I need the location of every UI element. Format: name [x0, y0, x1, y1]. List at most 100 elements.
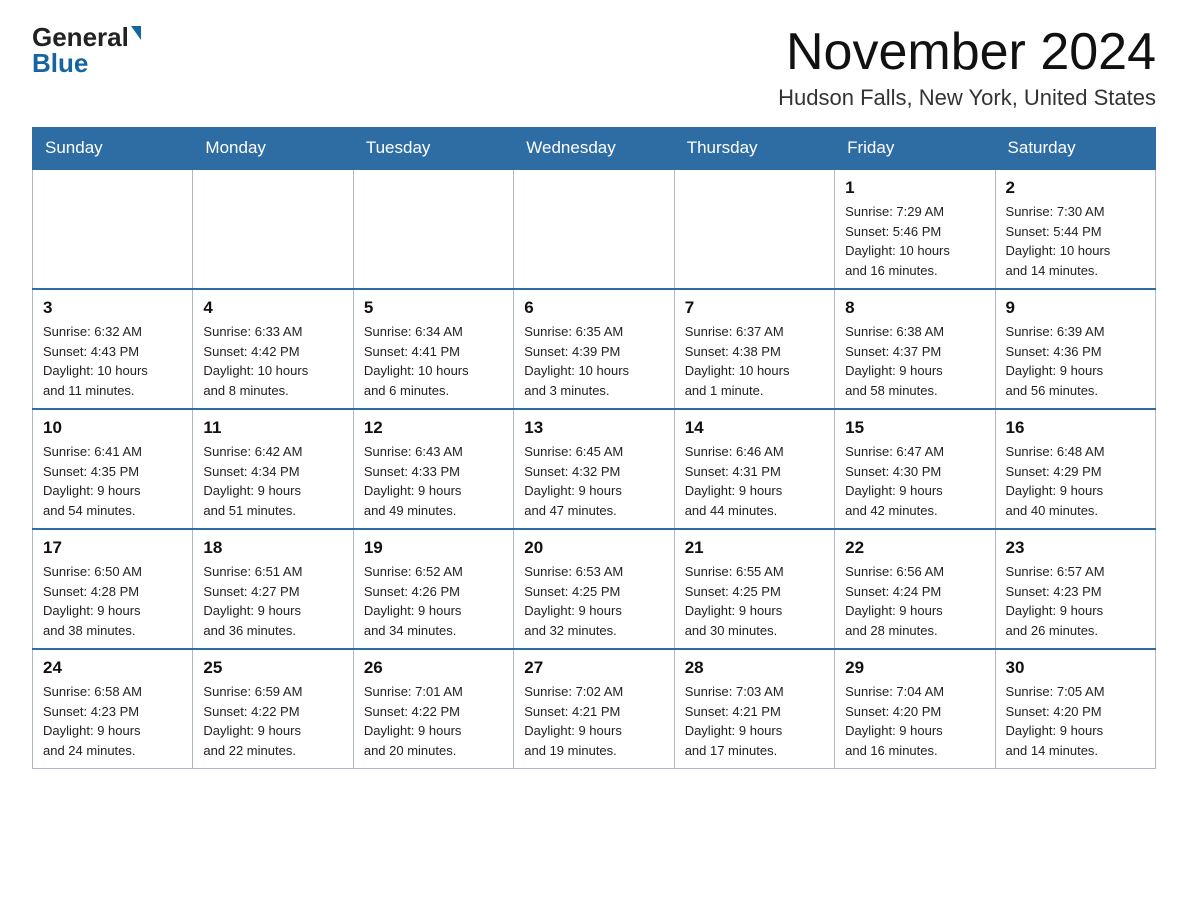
day-number: 17: [43, 538, 182, 558]
calendar-cell: 2 Sunrise: 7:30 AMSunset: 5:44 PMDaylight…: [995, 169, 1155, 289]
calendar-table: SundayMondayTuesdayWednesdayThursdayFrid…: [32, 127, 1156, 769]
calendar-cell: 11 Sunrise: 6:42 AMSunset: 4:34 PMDayligh…: [193, 409, 353, 529]
calendar-cell: 7 Sunrise: 6:37 AMSunset: 4:38 PMDaylight…: [674, 289, 834, 409]
weekday-header: Tuesday: [353, 128, 513, 170]
day-info: Sunrise: 7:02 AMSunset: 4:21 PMDaylight:…: [524, 682, 663, 760]
title-section: November 2024 Hudson Falls, New York, Un…: [778, 24, 1156, 111]
day-number: 20: [524, 538, 663, 558]
page-header: General Blue November 2024 Hudson Falls,…: [32, 24, 1156, 111]
day-info: Sunrise: 6:51 AMSunset: 4:27 PMDaylight:…: [203, 562, 342, 640]
day-info: Sunrise: 6:56 AMSunset: 4:24 PMDaylight:…: [845, 562, 984, 640]
calendar-cell: 26 Sunrise: 7:01 AMSunset: 4:22 PMDayligh…: [353, 649, 513, 769]
calendar-week-row: 24 Sunrise: 6:58 AMSunset: 4:23 PMDayligh…: [33, 649, 1156, 769]
day-info: Sunrise: 7:01 AMSunset: 4:22 PMDaylight:…: [364, 682, 503, 760]
day-number: 1: [845, 178, 984, 198]
month-title: November 2024: [778, 24, 1156, 81]
day-info: Sunrise: 6:37 AMSunset: 4:38 PMDaylight:…: [685, 322, 824, 400]
calendar-cell: 1 Sunrise: 7:29 AMSunset: 5:46 PMDaylight…: [835, 169, 995, 289]
day-number: 24: [43, 658, 182, 678]
day-info: Sunrise: 6:33 AMSunset: 4:42 PMDaylight:…: [203, 322, 342, 400]
weekday-header-row: SundayMondayTuesdayWednesdayThursdayFrid…: [33, 128, 1156, 170]
calendar-cell: 16 Sunrise: 6:48 AMSunset: 4:29 PMDayligh…: [995, 409, 1155, 529]
calendar-week-row: 10Sunrise: 6:41 AMSunset: 4:35 PMDayligh…: [33, 409, 1156, 529]
calendar-cell: [33, 169, 193, 289]
day-number: 8: [845, 298, 984, 318]
day-number: 13: [524, 418, 663, 438]
calendar-cell: 8 Sunrise: 6:38 AMSunset: 4:37 PMDaylight…: [835, 289, 995, 409]
day-info: Sunrise: 6:32 AMSunset: 4:43 PMDaylight:…: [43, 322, 182, 400]
calendar-cell: 5 Sunrise: 6:34 AMSunset: 4:41 PMDaylight…: [353, 289, 513, 409]
day-info: Sunrise: 7:29 AMSunset: 5:46 PMDaylight:…: [845, 202, 984, 280]
day-number: 10: [43, 418, 182, 438]
day-number: 15: [845, 418, 984, 438]
day-number: 11: [203, 418, 342, 438]
day-info: Sunrise: 6:53 AMSunset: 4:25 PMDaylight:…: [524, 562, 663, 640]
day-info: Sunrise: 6:57 AMSunset: 4:23 PMDaylight:…: [1006, 562, 1145, 640]
calendar-week-row: 3 Sunrise: 6:32 AMSunset: 4:43 PMDaylight…: [33, 289, 1156, 409]
day-number: 28: [685, 658, 824, 678]
day-info: Sunrise: 7:05 AMSunset: 4:20 PMDaylight:…: [1006, 682, 1145, 760]
day-info: Sunrise: 6:48 AMSunset: 4:29 PMDaylight:…: [1006, 442, 1145, 520]
calendar-body: 1 Sunrise: 7:29 AMSunset: 5:46 PMDaylight…: [33, 169, 1156, 769]
calendar-cell: 18Sunrise: 6:51 AMSunset: 4:27 PMDayligh…: [193, 529, 353, 649]
logo-blue: Blue: [32, 50, 88, 76]
day-info: Sunrise: 6:43 AMSunset: 4:33 PMDaylight:…: [364, 442, 503, 520]
day-number: 22: [845, 538, 984, 558]
day-info: Sunrise: 6:34 AMSunset: 4:41 PMDaylight:…: [364, 322, 503, 400]
day-number: 5: [364, 298, 503, 318]
day-info: Sunrise: 6:58 AMSunset: 4:23 PMDaylight:…: [43, 682, 182, 760]
day-info: Sunrise: 7:03 AMSunset: 4:21 PMDaylight:…: [685, 682, 824, 760]
day-number: 27: [524, 658, 663, 678]
day-number: 14: [685, 418, 824, 438]
day-number: 4: [203, 298, 342, 318]
calendar-cell: 6Sunrise: 6:35 AMSunset: 4:39 PMDaylight…: [514, 289, 674, 409]
day-number: 3: [43, 298, 182, 318]
day-number: 26: [364, 658, 503, 678]
calendar-cell: [674, 169, 834, 289]
calendar-cell: 17 Sunrise: 6:50 AMSunset: 4:28 PMDayligh…: [33, 529, 193, 649]
calendar-cell: [193, 169, 353, 289]
day-info: Sunrise: 6:38 AMSunset: 4:37 PMDaylight:…: [845, 322, 984, 400]
day-info: Sunrise: 6:45 AMSunset: 4:32 PMDaylight:…: [524, 442, 663, 520]
calendar-cell: [514, 169, 674, 289]
calendar-cell: 28 Sunrise: 7:03 AMSunset: 4:21 PMDayligh…: [674, 649, 834, 769]
day-info: Sunrise: 6:39 AMSunset: 4:36 PMDaylight:…: [1006, 322, 1145, 400]
calendar-cell: 10Sunrise: 6:41 AMSunset: 4:35 PMDayligh…: [33, 409, 193, 529]
day-number: 12: [364, 418, 503, 438]
calendar-cell: 15 Sunrise: 6:47 AMSunset: 4:30 PMDayligh…: [835, 409, 995, 529]
calendar-cell: 4 Sunrise: 6:33 AMSunset: 4:42 PMDaylight…: [193, 289, 353, 409]
calendar-cell: 19Sunrise: 6:52 AMSunset: 4:26 PMDayligh…: [353, 529, 513, 649]
calendar-cell: 21Sunrise: 6:55 AMSunset: 4:25 PMDayligh…: [674, 529, 834, 649]
calendar-cell: 20 Sunrise: 6:53 AMSunset: 4:25 PMDayligh…: [514, 529, 674, 649]
day-number: 30: [1006, 658, 1145, 678]
day-info: Sunrise: 6:35 AMSunset: 4:39 PMDaylight:…: [524, 322, 663, 400]
logo: General Blue: [32, 24, 141, 76]
calendar-cell: 29Sunrise: 7:04 AMSunset: 4:20 PMDayligh…: [835, 649, 995, 769]
calendar-cell: 12 Sunrise: 6:43 AMSunset: 4:33 PMDayligh…: [353, 409, 513, 529]
logo-general: General: [32, 24, 129, 50]
day-info: Sunrise: 6:47 AMSunset: 4:30 PMDaylight:…: [845, 442, 984, 520]
day-number: 9: [1006, 298, 1145, 318]
day-number: 16: [1006, 418, 1145, 438]
weekday-header: Wednesday: [514, 128, 674, 170]
day-info: Sunrise: 6:46 AMSunset: 4:31 PMDaylight:…: [685, 442, 824, 520]
day-info: Sunrise: 7:04 AMSunset: 4:20 PMDaylight:…: [845, 682, 984, 760]
calendar-week-row: 17 Sunrise: 6:50 AMSunset: 4:28 PMDayligh…: [33, 529, 1156, 649]
day-number: 7: [685, 298, 824, 318]
day-info: Sunrise: 6:50 AMSunset: 4:28 PMDaylight:…: [43, 562, 182, 640]
day-number: 21: [685, 538, 824, 558]
day-number: 19: [364, 538, 503, 558]
weekday-header: Thursday: [674, 128, 834, 170]
calendar-cell: 23Sunrise: 6:57 AMSunset: 4:23 PMDayligh…: [995, 529, 1155, 649]
calendar-header: SundayMondayTuesdayWednesdayThursdayFrid…: [33, 128, 1156, 170]
day-info: Sunrise: 6:42 AMSunset: 4:34 PMDaylight:…: [203, 442, 342, 520]
calendar-cell: 9 Sunrise: 6:39 AMSunset: 4:36 PMDaylight…: [995, 289, 1155, 409]
calendar-cell: 27 Sunrise: 7:02 AMSunset: 4:21 PMDayligh…: [514, 649, 674, 769]
calendar-cell: 25Sunrise: 6:59 AMSunset: 4:22 PMDayligh…: [193, 649, 353, 769]
calendar-cell: 22 Sunrise: 6:56 AMSunset: 4:24 PMDayligh…: [835, 529, 995, 649]
calendar-cell: [353, 169, 513, 289]
calendar-cell: 3 Sunrise: 6:32 AMSunset: 4:43 PMDaylight…: [33, 289, 193, 409]
day-info: Sunrise: 7:30 AMSunset: 5:44 PMDaylight:…: [1006, 202, 1145, 280]
day-number: 2: [1006, 178, 1145, 198]
calendar-cell: 24 Sunrise: 6:58 AMSunset: 4:23 PMDayligh…: [33, 649, 193, 769]
